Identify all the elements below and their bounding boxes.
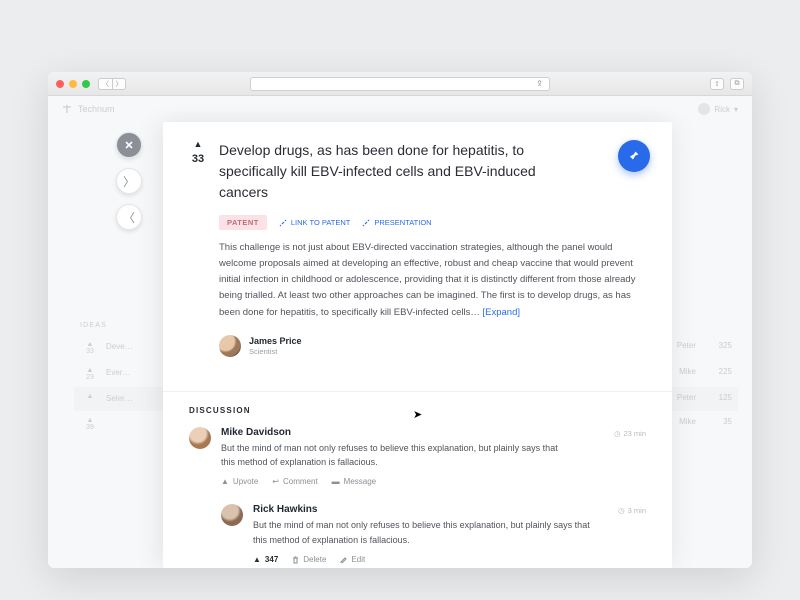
comment-text: But the mind of man not only refuses to … (253, 518, 593, 547)
idea-card: ▲ 33 Develop drugs, as has been done for… (163, 122, 672, 568)
comment-row: Rick Hawkins But the mind of man not onl… (221, 504, 646, 564)
comment-author: Rick Hawkins (253, 504, 646, 515)
next-button[interactable]: 〉 (116, 168, 142, 194)
comment-text: But the mind of man not only refuses to … (221, 441, 561, 470)
chevron-down-icon: ▾ (734, 105, 738, 114)
author-name: James Price (249, 336, 302, 346)
comment-row: Mike Davidson But the mind of man not on… (189, 427, 646, 487)
forward-button[interactable]: 〉 (112, 78, 126, 90)
close-window-dot[interactable] (56, 80, 64, 88)
background-header: Technum Rick ▾ (48, 96, 752, 122)
comment-time: ◷3 min (618, 506, 646, 515)
titlebar: 〈 〉 ⇪ ⇧ ⧉ (48, 72, 752, 96)
share-button[interactable]: ⇧ (710, 78, 724, 90)
url-bar[interactable]: ⇪ (250, 77, 550, 91)
author-role: Scientist (249, 347, 302, 356)
idea-title: Develop drugs, as has been done for hepa… (219, 140, 549, 203)
pin-icon (628, 150, 640, 162)
link-to-patent[interactable]: LINK TO PATENT (279, 218, 350, 227)
idea-description: This challenge is not just about EBV-dir… (219, 240, 646, 321)
vote-column: ▲ 33 (189, 140, 207, 203)
prev-button[interactable]: 〈 (116, 204, 142, 230)
comment-author: Mike Davidson (221, 427, 646, 438)
avatar (189, 427, 211, 449)
avatar (698, 103, 710, 115)
upvote-action[interactable]: ▲ Upvote (221, 477, 258, 486)
delete-action[interactable]: Delete (292, 555, 326, 564)
cursor-icon: ➤ (413, 408, 422, 421)
edit-action[interactable]: Edit (340, 555, 365, 564)
user-menu[interactable]: Rick ▾ (698, 103, 738, 115)
upvote-triangle[interactable]: ▲ (194, 140, 203, 149)
message-action[interactable]: ▬ Message (332, 477, 376, 486)
avatar (221, 504, 243, 526)
nav-back-forward: 〈 〉 (98, 78, 126, 90)
brand: Technum (62, 104, 115, 114)
presentation-link[interactable]: PRESENTATION (362, 218, 431, 227)
traffic-lights (56, 80, 90, 88)
tabs-button[interactable]: ⧉ (730, 78, 744, 90)
clock-icon: ◷ (618, 506, 625, 515)
back-button[interactable]: 〈 (98, 78, 112, 90)
vote-count[interactable]: ▲ 347 (253, 555, 278, 564)
clock-icon: ◷ (614, 429, 621, 438)
close-button[interactable] (116, 132, 142, 158)
reader-icon: ⇪ (536, 79, 543, 88)
zoom-window-dot[interactable] (82, 80, 90, 88)
minimize-window-dot[interactable] (69, 80, 77, 88)
reply-action[interactable]: ↩ Comment (272, 477, 317, 486)
vote-count: 33 (192, 153, 204, 165)
browser-window: 〈 〉 ⇪ ⇧ ⧉ Technum Rick ▾ IDEAS ▲33Deve…P… (48, 72, 752, 568)
avatar (219, 335, 241, 357)
brand-icon (62, 104, 72, 114)
modal-rail: 〉 〈 (116, 132, 142, 230)
comment-time: ◷23 min (614, 429, 646, 438)
expand-link[interactable]: [Expand] (483, 307, 521, 318)
pin-button[interactable] (618, 140, 650, 172)
patent-tag: PATENT (219, 215, 267, 230)
author-row: James Price Scientist (219, 335, 646, 357)
